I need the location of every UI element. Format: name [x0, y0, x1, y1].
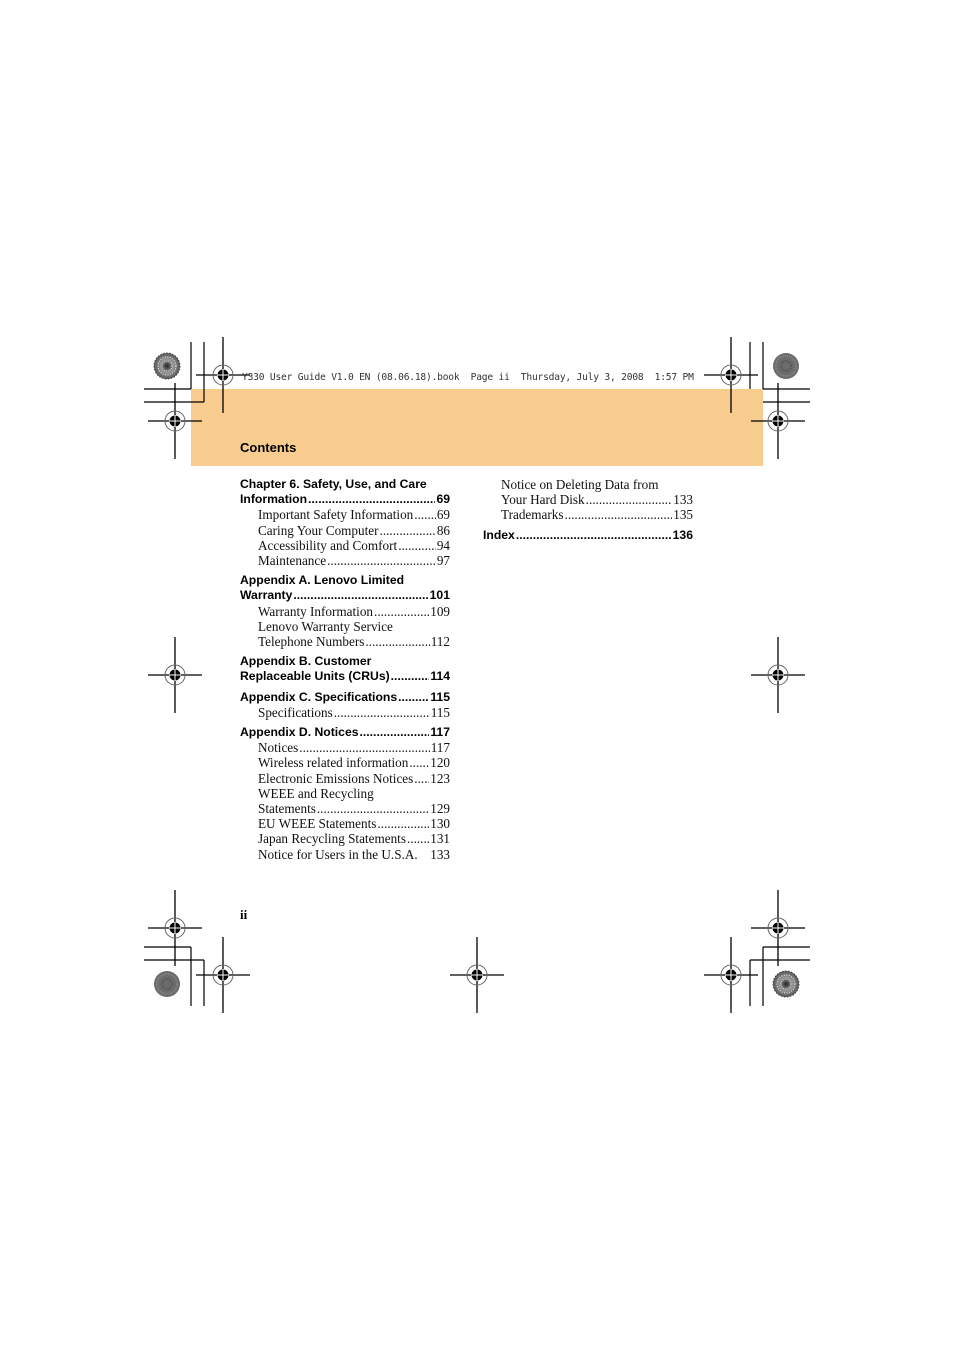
color-target-icon	[772, 352, 800, 380]
toc-item[interactable]: Electronic Emissions Notices123	[240, 771, 450, 786]
toc-appendix-c[interactable]: Appendix C. Specifications115	[240, 690, 450, 705]
color-target-icon	[772, 970, 800, 998]
toc-item[interactable]: Notice on Deleting Data from Your Hard D…	[483, 477, 693, 507]
toc-item[interactable]: Caring Your Computer86	[240, 523, 450, 538]
toc-appendix-b[interactable]: Appendix B. Customer Replaceable Units (…	[240, 654, 450, 684]
toc-item[interactable]: Japan Recycling Statements131	[240, 831, 450, 846]
registration-crosshair-icon	[750, 636, 806, 714]
print-slug: Y330 User Guide V1.0 EN (08.06.18).book …	[242, 372, 694, 383]
toc-item[interactable]: Accessibility and Comfort94	[240, 538, 450, 553]
toc-item[interactable]: Important Safety Information69	[240, 507, 450, 522]
toc-item[interactable]: Notices117	[240, 740, 450, 755]
toc-item[interactable]: Wireless related information120	[240, 755, 450, 770]
registration-crosshair-icon	[449, 936, 505, 1014]
toc-index[interactable]: Index136	[483, 528, 693, 543]
registration-crosshair-icon	[750, 889, 806, 967]
toc-item[interactable]: EU WEEE Statements130	[240, 816, 450, 831]
color-target-icon	[153, 970, 181, 998]
registration-crosshair-icon	[750, 382, 806, 460]
registration-crosshair-icon	[147, 382, 203, 460]
toc-appendix-a[interactable]: Appendix A. Lenovo Limited Warranty101	[240, 573, 450, 603]
printer-marks	[144, 336, 810, 1014]
toc-item[interactable]: Maintenance97	[240, 553, 450, 568]
page-title: Contents	[240, 440, 297, 455]
registration-crosshair-icon	[147, 636, 203, 714]
toc-appendix-d[interactable]: Appendix D. Notices117	[240, 725, 450, 740]
registration-crosshair-icon	[147, 889, 203, 967]
toc-right-column: Notice on Deleting Data from Your Hard D…	[483, 477, 693, 543]
page-number-folio: ii	[240, 907, 248, 922]
toc-item[interactable]: Notice for Users in the U.S.A. 133	[240, 847, 450, 862]
toc-item[interactable]: WEEE and Recycling Statements129	[240, 786, 450, 816]
toc-left-column: Chapter 6. Safety, Use, and Care Informa…	[240, 477, 450, 862]
toc-item[interactable]: Specifications115	[240, 705, 450, 720]
toc-chapter-6[interactable]: Chapter 6. Safety, Use, and Care Informa…	[240, 477, 450, 507]
toc-chapter-title-line: Chapter 6. Safety, Use, and Care	[240, 477, 427, 491]
toc-chapter-title-line: Information	[240, 492, 308, 507]
leader-dots	[308, 492, 435, 507]
toc-item[interactable]: Trademarks135	[483, 507, 693, 522]
toc-item[interactable]: Warranty Information109	[240, 604, 450, 619]
color-target-icon	[153, 352, 181, 380]
toc-item[interactable]: Lenovo Warranty Service Telephone Number…	[240, 619, 450, 649]
toc-page-number: 69	[436, 492, 450, 507]
